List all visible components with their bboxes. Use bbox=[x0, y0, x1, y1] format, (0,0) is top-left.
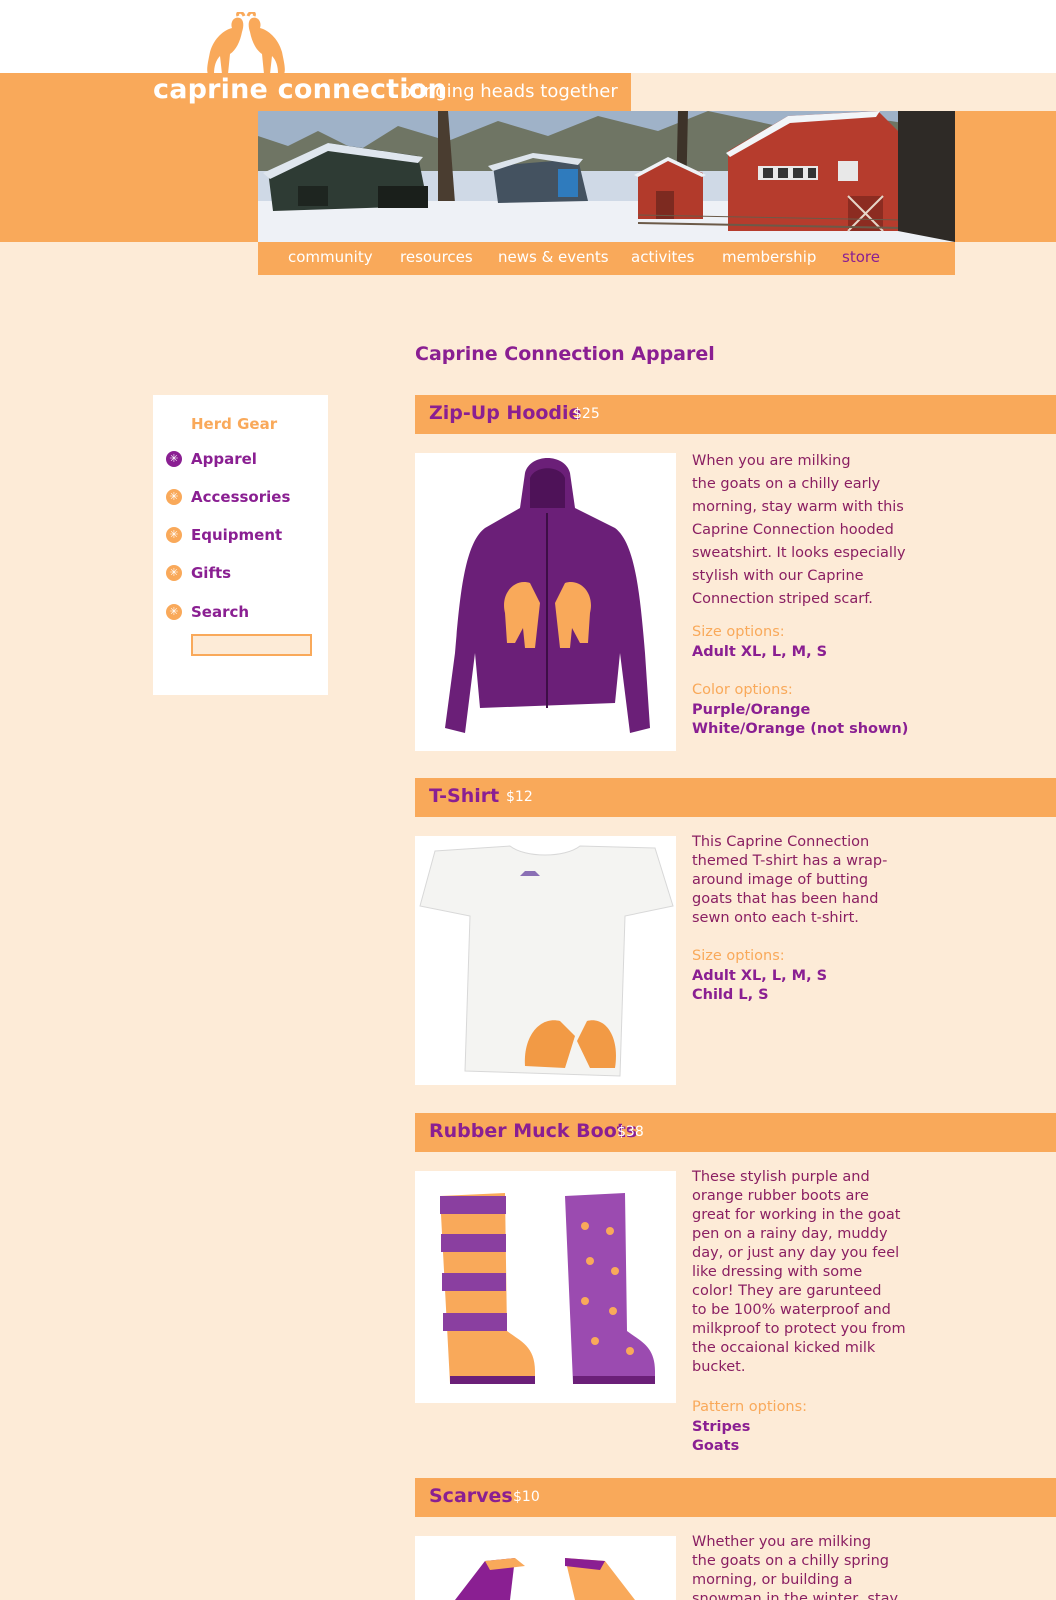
desc-line: snowman in the winter, stay bbox=[692, 1591, 899, 1600]
sidebar-item-equipment[interactable]: Equipment bbox=[166, 526, 282, 544]
product-description: Whether you are milking the goats on a c… bbox=[692, 1533, 907, 1600]
sidebar: Herd Gear Apparel Accessories Equipment … bbox=[153, 395, 328, 695]
main-nav: community resources news & events activi… bbox=[258, 242, 955, 275]
bullet-icon bbox=[166, 527, 182, 543]
desc-line: sewn onto each t-shirt. bbox=[692, 910, 859, 926]
size-options-value: Child L, S bbox=[692, 987, 769, 1003]
desc-line: When you are milking bbox=[692, 453, 851, 469]
color-options-label: Color options: bbox=[692, 682, 793, 698]
hoodie-image[interactable] bbox=[415, 453, 676, 751]
desc-line: bucket. bbox=[692, 1359, 746, 1375]
product-description: This Caprine Connection themed T-shirt h… bbox=[692, 833, 907, 928]
pattern-options-value: Goats bbox=[692, 1438, 740, 1454]
size-options-value: Adult XL, L, M, S bbox=[692, 968, 828, 984]
desc-line: morning, or building a bbox=[692, 1572, 853, 1588]
bullet-icon bbox=[166, 604, 182, 620]
sidebar-item-apparel[interactable]: Apparel bbox=[166, 450, 257, 468]
desc-line: orange rubber boots are bbox=[692, 1188, 869, 1204]
product-name[interactable]: T-Shirt bbox=[429, 785, 499, 807]
product-header: Rubber Muck Boots $38 bbox=[415, 1113, 1056, 1152]
sidebar-item-gifts[interactable]: Gifts bbox=[166, 564, 231, 582]
desc-line: to be 100% waterproof and bbox=[692, 1302, 891, 1318]
desc-line: day, or just any day you feel bbox=[692, 1245, 900, 1261]
product-description: These stylish purple and orange rubber b… bbox=[692, 1168, 907, 1377]
site-tagline: bringing heads together bbox=[400, 81, 618, 102]
size-options-label: Size options: bbox=[692, 948, 785, 964]
product-name[interactable]: Rubber Muck Boots bbox=[429, 1120, 637, 1142]
desc-line: the occaional kicked milk bbox=[692, 1340, 876, 1356]
nav-resources[interactable]: resources bbox=[400, 248, 473, 266]
goats-logo-icon bbox=[207, 12, 285, 74]
page-title: Caprine Connection Apparel bbox=[415, 343, 715, 365]
bullet-icon bbox=[166, 451, 182, 467]
desc-line: Connection striped scarf. bbox=[692, 591, 873, 607]
desc-line: These stylish purple and bbox=[692, 1169, 870, 1185]
nav-community[interactable]: community bbox=[288, 248, 373, 266]
sidebar-item-label: Equipment bbox=[191, 526, 283, 544]
nav-store[interactable]: store bbox=[842, 248, 880, 266]
sidebar-item-label: Accessories bbox=[191, 488, 291, 506]
sidebar-title: Herd Gear bbox=[191, 415, 278, 433]
header-top bbox=[0, 0, 1056, 73]
boots-image[interactable] bbox=[415, 1171, 676, 1403]
nav-news-events[interactable]: news & events bbox=[498, 248, 609, 266]
desc-line: around image of butting bbox=[692, 872, 869, 888]
bullet-icon bbox=[166, 489, 182, 505]
desc-line: Caprine Connection hooded bbox=[692, 522, 894, 538]
search-input[interactable] bbox=[191, 634, 312, 656]
desc-line: stylish with our Caprine bbox=[692, 568, 864, 584]
nav-activites[interactable]: activites bbox=[631, 248, 694, 266]
product-price: $25 bbox=[573, 406, 600, 422]
desc-line: like dressing with some bbox=[692, 1264, 863, 1280]
product-price: $38 bbox=[617, 1124, 644, 1140]
bullet-icon bbox=[166, 565, 182, 581]
desc-line: great for working in the goat bbox=[692, 1207, 901, 1223]
product-header: Scarves $10 bbox=[415, 1478, 1056, 1517]
sidebar-item-label: Gifts bbox=[191, 564, 232, 582]
color-options-value: White/Orange (not shown) bbox=[692, 721, 909, 737]
product-header: T-Shirt $12 bbox=[415, 778, 1056, 817]
desc-line: goats that has been hand bbox=[692, 891, 879, 907]
size-options-label: Size options: bbox=[692, 624, 785, 640]
product-header: Zip-Up Hoodie $25 bbox=[415, 395, 1056, 434]
desc-line: themed T-shirt has a wrap- bbox=[692, 853, 888, 869]
nav-membership[interactable]: membership bbox=[722, 248, 816, 266]
desc-line: pen on a rainy day, muddy bbox=[692, 1226, 888, 1242]
sidebar-item-label: Search bbox=[191, 603, 250, 621]
color-options-value: Purple/Orange bbox=[692, 702, 811, 718]
farm-banner-image bbox=[258, 111, 955, 242]
tshirt-image[interactable] bbox=[415, 836, 676, 1085]
sidebar-item-label: Apparel bbox=[191, 450, 257, 468]
size-options-value: Adult XL, L, M, S bbox=[692, 644, 828, 660]
pattern-options-label: Pattern options: bbox=[692, 1399, 808, 1415]
desc-line: the goats on a chilly spring bbox=[692, 1553, 889, 1569]
scarf-image[interactable] bbox=[415, 1536, 676, 1600]
desc-line: the goats on a chilly early bbox=[692, 476, 881, 492]
sidebar-item-search[interactable]: Search bbox=[166, 603, 249, 621]
sidebar-item-accessories[interactable]: Accessories bbox=[166, 488, 290, 506]
desc-line: This Caprine Connection bbox=[692, 834, 870, 850]
product-price: $12 bbox=[506, 789, 533, 805]
brand-band-cream bbox=[631, 73, 1056, 111]
pattern-options-value: Stripes bbox=[692, 1419, 751, 1435]
desc-line: Whether you are milking bbox=[692, 1534, 872, 1550]
desc-line: milkproof to protect you from bbox=[692, 1321, 906, 1337]
desc-line: sweatshirt. It looks especially bbox=[692, 545, 906, 561]
product-name[interactable]: Zip-Up Hoodie bbox=[429, 402, 581, 424]
desc-line: color! They are garunteed bbox=[692, 1283, 882, 1299]
desc-line: morning, stay warm with this bbox=[692, 499, 904, 515]
product-name[interactable]: Scarves bbox=[429, 1485, 513, 1507]
product-description: When you are milking the goats on a chil… bbox=[692, 450, 907, 611]
product-price: $10 bbox=[513, 1489, 540, 1505]
